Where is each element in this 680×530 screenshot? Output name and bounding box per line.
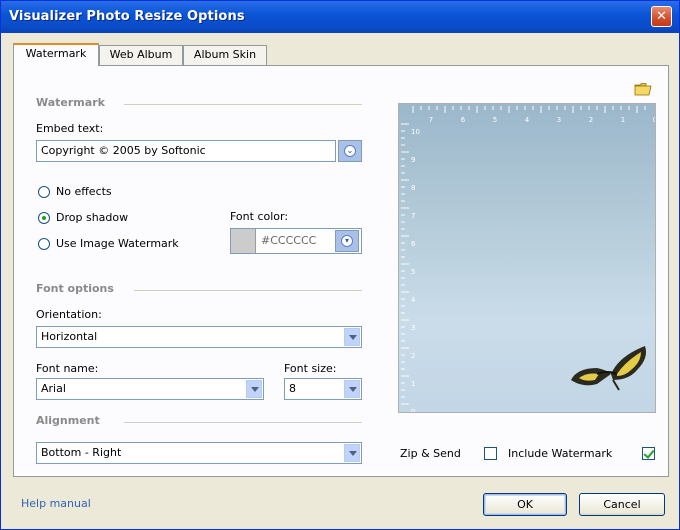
chevron-down-icon[interactable] [344, 380, 360, 398]
embed-text-input[interactable]: Copyright © 2005 by Softonic [36, 140, 336, 162]
include-watermark-checkbox[interactable] [642, 447, 655, 460]
radio-drop-shadow-label: Drop shadow [56, 211, 129, 224]
watermark-preview: 76543210109876543210 [398, 103, 656, 413]
alignment-section-title: Alignment [36, 414, 100, 427]
ruler-label: 0 [653, 116, 655, 124]
ruler-label: 1 [411, 380, 415, 388]
radio-image-watermark-label: Use Image Watermark [56, 237, 179, 250]
font-size-select[interactable]: 8 [284, 378, 362, 400]
title-bar[interactable]: Visualizer Photo Resize Options ✕ [1, 1, 679, 33]
ruler-label: 0 [411, 408, 415, 412]
ok-button[interactable]: OK [483, 493, 567, 516]
ruler-label: 6 [411, 240, 416, 248]
ruler-label: 8 [411, 184, 415, 192]
ruler-label: 9 [411, 156, 415, 164]
ruler-label: 1 [621, 116, 625, 124]
ruler-label: 5 [411, 268, 415, 276]
radio-no-effects[interactable] [38, 186, 50, 198]
close-button[interactable]: ✕ [651, 6, 672, 27]
help-manual-link[interactable]: Help manual [21, 497, 91, 510]
ruler-label: 7 [429, 116, 433, 124]
watermark-section-title: Watermark [36, 96, 105, 109]
ruler-label: 2 [411, 352, 415, 360]
tab-watermark[interactable]: Watermark [13, 43, 99, 66]
embed-text-label: Embed text: [36, 122, 104, 135]
font-color-label: Font color: [230, 210, 289, 223]
font-size-value: 8 [289, 382, 296, 395]
section-divider [124, 422, 362, 423]
font-name-select[interactable]: Arial [36, 378, 264, 400]
font-options-section-title: Font options [36, 282, 114, 295]
dialog-window: Visualizer Photo Resize Options ✕ Waterm… [0, 0, 680, 530]
font-size-label: Font size: [284, 362, 337, 375]
orientation-select[interactable]: Horizontal [36, 326, 362, 348]
font-name-label: Font name: [36, 362, 99, 375]
chevron-down-icon[interactable] [344, 328, 360, 346]
chevron-down-icon[interactable] [246, 380, 262, 398]
include-watermark-label: Include Watermark [508, 447, 613, 460]
radio-image-watermark[interactable] [38, 238, 50, 250]
butterfly-icon [571, 346, 646, 391]
orientation-label: Orientation: [36, 308, 102, 321]
close-icon: ✕ [656, 9, 667, 24]
zip-send-checkbox[interactable] [484, 447, 497, 460]
tab-album-skin[interactable]: Album Skin [183, 45, 267, 65]
tab-panel-watermark: Watermark Embed text: Copyright © 2005 b… [13, 65, 669, 477]
orientation-value: Horizontal [41, 330, 98, 343]
font-color-swatch [231, 229, 256, 253]
ruler-label: 4 [411, 296, 416, 304]
font-color-dropdown-button[interactable]: ▾ [335, 230, 359, 252]
ruler-label: 7 [411, 212, 415, 220]
folder-icon[interactable] [634, 82, 652, 96]
alignment-select[interactable]: Bottom - Right [36, 442, 362, 464]
font-color-value: #CCCCCC [261, 234, 317, 247]
alignment-value: Bottom - Right [41, 446, 122, 459]
font-name-value: Arial [41, 382, 66, 395]
section-divider [134, 290, 362, 291]
chevron-down-icon: ▾ [341, 235, 353, 247]
chevron-down-icon[interactable] [344, 444, 360, 462]
ruler-label: 10 [411, 128, 420, 136]
tab-web-album[interactable]: Web Album [99, 45, 183, 65]
ruler-label: 4 [525, 116, 530, 124]
ruler-label: 2 [589, 116, 593, 124]
window-title: Visualizer Photo Resize Options [9, 9, 245, 24]
ruler-label: 3 [411, 324, 415, 332]
ruler-label: 3 [557, 116, 561, 124]
section-divider [124, 104, 362, 105]
ruler-label: 6 [461, 116, 466, 124]
embed-text-options-button[interactable]: ⌄ [338, 140, 362, 162]
font-color-picker[interactable]: #CCCCCC ▾ [230, 228, 362, 254]
radio-no-effects-label: No effects [56, 185, 112, 198]
zip-send-label: Zip & Send [400, 447, 461, 460]
ruler-label: 5 [493, 116, 497, 124]
radio-drop-shadow[interactable] [38, 212, 50, 224]
cancel-button[interactable]: Cancel [579, 493, 665, 516]
options-icon: ⌄ [344, 145, 356, 157]
